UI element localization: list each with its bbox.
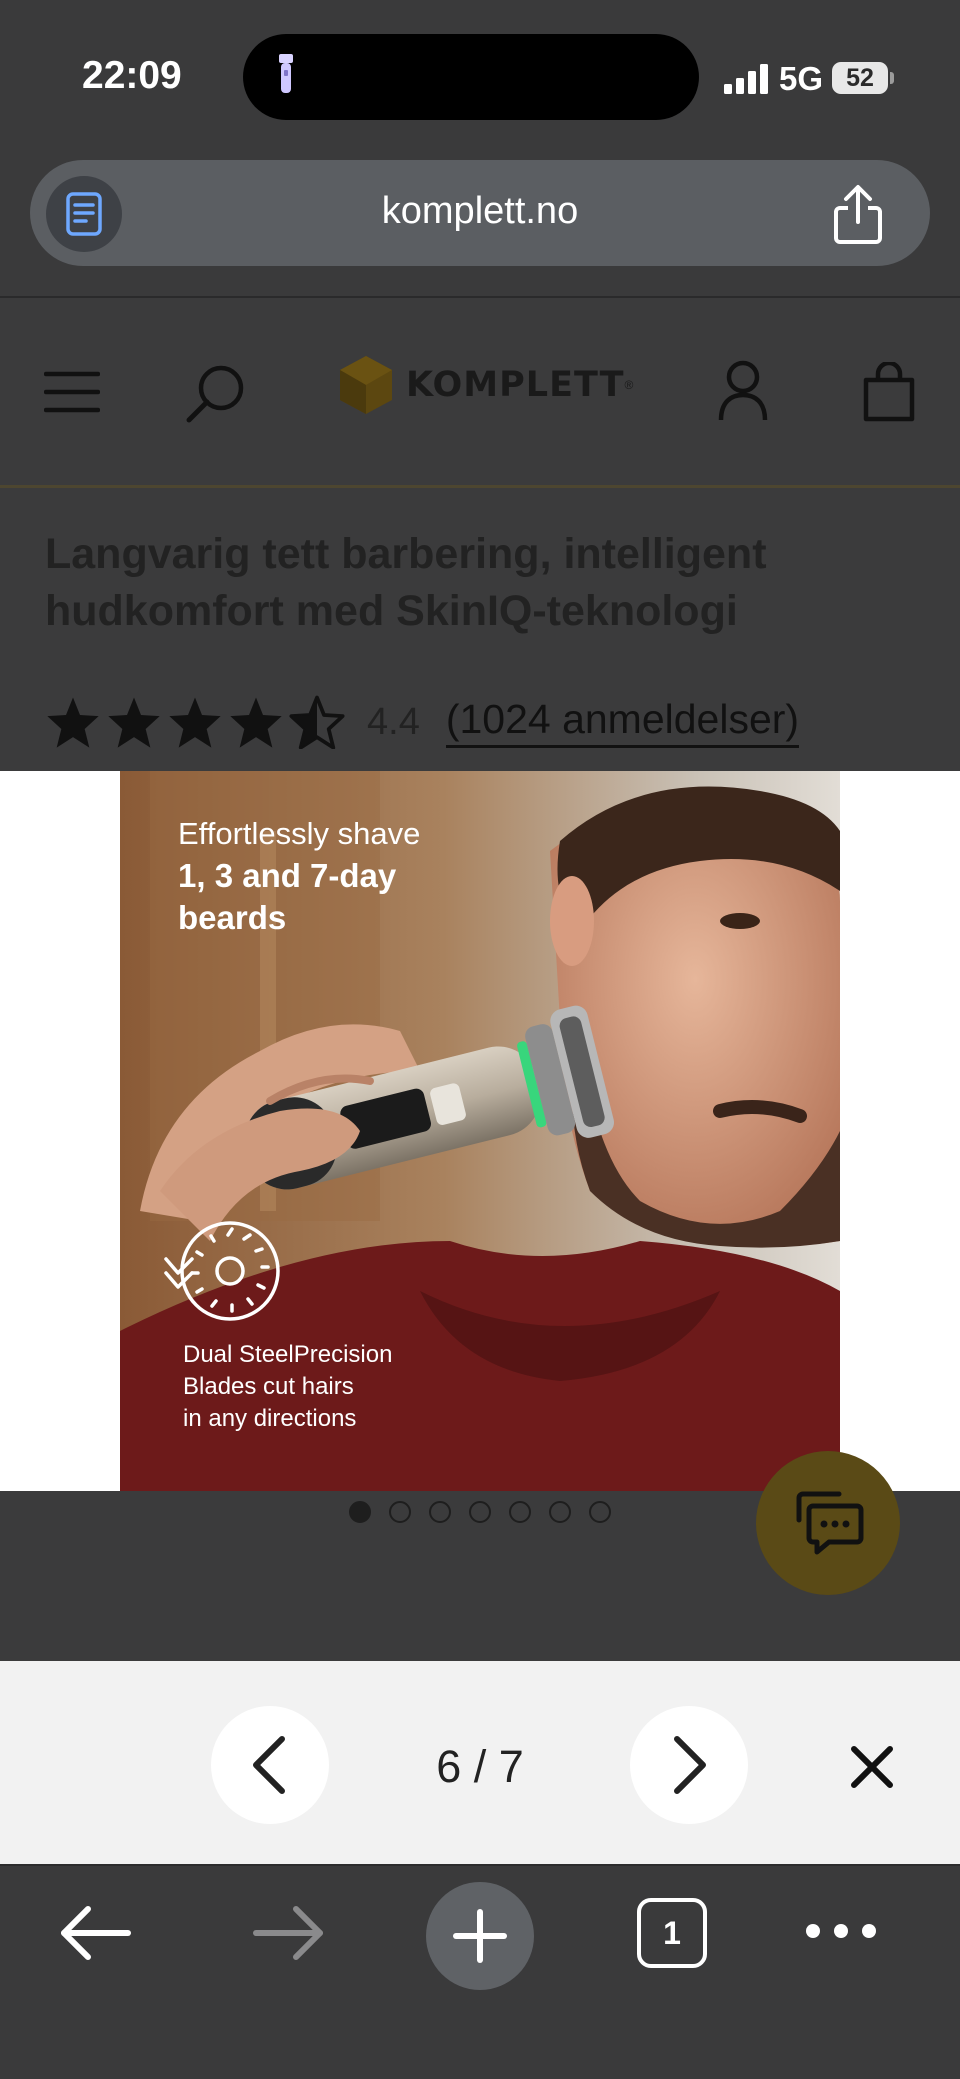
battery-tip	[890, 72, 894, 84]
rating-row: 4.4 (1024 anmeldelser)	[45, 692, 800, 752]
star-icon	[230, 697, 282, 748]
next-image-button[interactable]	[630, 1706, 748, 1824]
headline-line-2: 1, 3 and 7-day	[178, 857, 397, 894]
site-header: KOMPLETT ®	[0, 298, 960, 488]
carousel-dots	[349, 1501, 611, 1523]
close-icon[interactable]	[846, 1741, 898, 1793]
chat-icon	[796, 1491, 864, 1555]
half-star-icon	[289, 695, 345, 749]
more-icon[interactable]	[806, 1924, 876, 1938]
address-bar-area: komplett.no	[0, 150, 960, 298]
carousel-dot[interactable]	[549, 1501, 571, 1523]
flashlight-icon	[279, 54, 293, 93]
star-icon	[108, 697, 160, 748]
chevron-left-icon	[253, 1736, 285, 1794]
komplett-logo-icon	[340, 356, 392, 414]
logo-text: KOMPLETT	[406, 365, 625, 405]
carousel-dot[interactable]	[469, 1501, 491, 1523]
image-counter: 6 / 7	[436, 1741, 524, 1792]
status-time: 22:09	[82, 54, 182, 97]
forward-arrow-icon[interactable]	[252, 1904, 326, 1962]
share-icon[interactable]	[828, 182, 888, 246]
network-type: 5G	[779, 60, 824, 97]
site-logo[interactable]: KOMPLETT ®	[338, 353, 633, 417]
image-lightbox: Effortlessly shave 1, 3 and 7-day beards…	[0, 771, 960, 1491]
tab-switcher-button[interactable]: 1	[637, 1898, 707, 1968]
carousel-dot[interactable]	[589, 1501, 611, 1523]
dynamic-island	[243, 34, 699, 120]
back-arrow-icon[interactable]	[58, 1904, 132, 1962]
headline-line-3: beards	[178, 899, 287, 936]
browser-toolbar: 1	[0, 1864, 960, 2079]
signal-icon	[724, 64, 768, 94]
search-icon[interactable]	[185, 362, 247, 424]
url-text: komplett.no	[381, 190, 579, 232]
image-headline: Effortlessly shave 1, 3 and 7-day beards	[178, 813, 508, 939]
rating-stars	[45, 695, 345, 749]
address-bar[interactable]: komplett.no	[30, 160, 930, 266]
chevron-right-icon	[674, 1736, 706, 1794]
battery-level: 52	[832, 62, 888, 94]
product-title: Langvarig tett barbering, intelligent hu…	[45, 530, 767, 635]
image-caption: Dual SteelPrecision Blades cut hairs in …	[183, 1339, 443, 1435]
carousel-dot[interactable]	[389, 1501, 411, 1523]
caption-line-1: Dual SteelPrecision	[183, 1341, 393, 1368]
behind-overlay-area	[0, 1451, 960, 1661]
previous-image-button[interactable]	[211, 1706, 329, 1824]
star-icon	[47, 697, 99, 748]
cart-icon[interactable]	[862, 362, 916, 422]
caption-line-3: in any directions	[183, 1405, 357, 1432]
logo-registered-mark: ®	[624, 378, 634, 392]
plus-icon	[453, 1909, 507, 1963]
page: 22:09 5G 52 komplett.no KOMPLETT ® Langv…	[0, 0, 960, 2079]
star-icon	[169, 697, 221, 748]
gallery-navigator: 6 / 7	[0, 1661, 960, 1864]
menu-icon[interactable]	[44, 370, 100, 414]
carousel-dot[interactable]	[509, 1501, 531, 1523]
user-icon[interactable]	[718, 360, 768, 422]
carousel-dot[interactable]	[349, 1501, 371, 1523]
rating-value: 4.4	[367, 700, 420, 743]
headline-line-1: Effortlessly shave	[178, 816, 421, 851]
product-photo[interactable]: Effortlessly shave 1, 3 and 7-day beards…	[120, 771, 840, 1491]
new-tab-button[interactable]	[426, 1882, 534, 1990]
reviews-link[interactable]: (1024 anmeldelser)	[445, 696, 800, 748]
chat-button[interactable]	[756, 1451, 900, 1595]
status-bar: 22:09 5G 52	[0, 0, 960, 150]
carousel-dot[interactable]	[429, 1501, 451, 1523]
caption-line-2: Blades cut hairs	[183, 1373, 354, 1400]
